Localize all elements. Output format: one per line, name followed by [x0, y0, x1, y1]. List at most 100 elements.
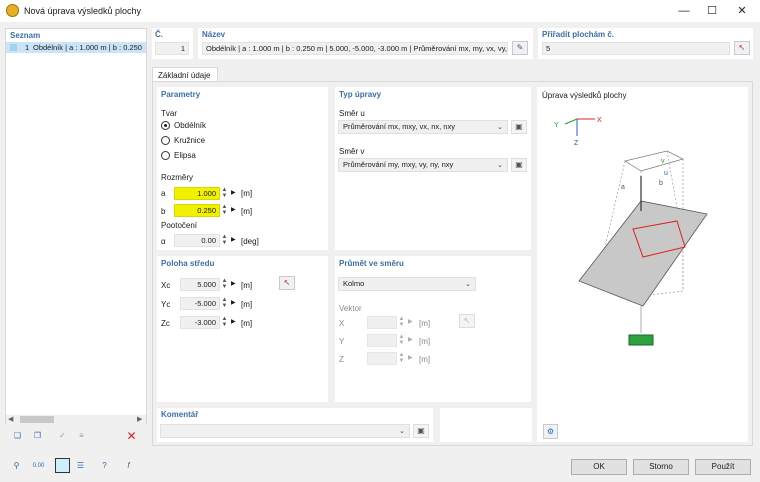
comment-label: Komentář	[161, 410, 199, 419]
minimize-icon[interactable]: —	[669, 0, 699, 22]
a-stepper-icon[interactable]: ▲ ▼	[221, 187, 228, 199]
tab-basic[interactable]: Základní údaje	[152, 67, 218, 82]
number-panel: Č. 1	[152, 28, 193, 59]
alpha-stepper-icon[interactable]: ▲ ▼	[221, 234, 228, 246]
list-header: Seznam	[10, 31, 41, 40]
chevron-down-icon: ⌄	[465, 281, 471, 288]
b-label: b	[161, 207, 166, 216]
center-header: Poloha středu	[161, 259, 215, 268]
vector-z-arrow-icon: ▶	[408, 355, 413, 361]
alpha-label: α	[161, 237, 166, 246]
a-arrow-icon[interactable]: ▶	[231, 189, 236, 196]
direction-v-dropdown[interactable]: Průměrování my, mxy, vy, ny, nxy ⌄	[338, 158, 508, 172]
axis-z-label: Z	[574, 140, 579, 147]
vector-x-input	[367, 316, 397, 329]
preview-panel: Úprava výsledků plochy X Y Z a b u v ⚙	[537, 87, 748, 442]
projection-dropdown[interactable]: Kolmo ⌄	[338, 277, 476, 291]
radio-rectangle[interactable]	[161, 121, 170, 130]
zc-stepper-icon[interactable]: ▲ ▼	[221, 316, 228, 328]
a-unit: [m]	[241, 189, 253, 198]
table-icon[interactable]: ☰	[73, 459, 88, 474]
b-stepper-icon[interactable]: ▲ ▼	[221, 204, 228, 216]
app-icon	[6, 4, 19, 17]
name-label: Název	[202, 30, 226, 39]
view-options-icon[interactable]: ⚙	[543, 424, 558, 439]
direction-u-value: Průměrování mx, mxy, vx, nx, nxy	[343, 122, 455, 131]
maximize-icon[interactable]: ☐	[697, 0, 727, 22]
xc-stepper-icon[interactable]: ▲ ▼	[221, 278, 228, 290]
dim-b-label: b	[659, 180, 663, 187]
vector-x-arrow-icon: ▶	[408, 319, 413, 325]
ok-button[interactable]: OK	[571, 459, 627, 475]
xc-input[interactable]: 5.000	[180, 278, 220, 291]
zc-unit: [m]	[241, 319, 253, 328]
a-input[interactable]: 1.000	[174, 187, 220, 200]
comment-edit-icon[interactable]: ▣	[413, 424, 429, 438]
list-item[interactable]: 1 Obdélník | a : 1.000 m | b : 0.250	[6, 42, 146, 53]
delete-icon[interactable]: ✕	[124, 429, 139, 444]
copy-item-icon[interactable]: ❐	[30, 429, 45, 444]
projection-value: Kolmo	[343, 279, 365, 288]
scroll-right-icon[interactable]: ▶	[137, 415, 142, 423]
color-icon[interactable]	[55, 458, 70, 473]
zc-input[interactable]: -3.000	[180, 316, 220, 329]
uncheck-icon[interactable]: ≡	[74, 429, 89, 444]
vector-x-label: X	[339, 319, 345, 328]
a-label: a	[161, 189, 166, 198]
preview-diagram: X Y Z a b u v	[554, 117, 708, 346]
vector-z-label: Z	[339, 355, 344, 364]
direction-v-label: Směr v	[339, 147, 365, 156]
dim-a-label: a	[621, 184, 625, 191]
radio-circle[interactable]	[161, 136, 170, 145]
pick-vector-icon: ↖	[459, 314, 475, 328]
list-panel: Seznam 1 Obdélník | a : 1.000 m | b : 0.…	[5, 28, 147, 424]
units-icon[interactable]: 0.00	[31, 459, 46, 474]
assign-panel: Přiřadit plochám č. 5 ↖	[538, 28, 753, 59]
zc-arrow-icon[interactable]: ▶	[231, 318, 236, 325]
parameters-panel: Parametry Tvar Obdélník Kružnice Elipsa …	[157, 87, 328, 250]
search-icon[interactable]: ⚲	[9, 459, 24, 474]
direction-v-edit-icon[interactable]: ▣	[511, 158, 527, 172]
yc-label: Yc	[161, 300, 171, 309]
vector-z-unit: [m]	[419, 355, 431, 364]
cancel-button[interactable]: Storno	[633, 459, 689, 475]
vector-z-stepper-icon: ▲ ▼	[398, 352, 405, 364]
pick-surface-icon[interactable]: ↖	[734, 41, 750, 55]
apply-button[interactable]: Použít	[695, 459, 751, 475]
close-icon[interactable]: ✕	[727, 0, 757, 22]
yc-input[interactable]: -5.000	[180, 297, 220, 310]
check-icon[interactable]: ✓	[55, 429, 70, 444]
pick-center-icon[interactable]: ↖	[279, 276, 295, 290]
direction-u-dropdown[interactable]: Průměrování mx, mxy, vx, nx, nxy ⌄	[338, 120, 508, 134]
list-scrollbar[interactable]: ◀ ▶	[6, 415, 146, 424]
support-icon	[628, 334, 654, 346]
axis-y-label: Y	[554, 122, 559, 129]
comment-input[interactable]: ⌄	[160, 424, 410, 438]
direction-u-edit-icon[interactable]: ▣	[511, 120, 527, 134]
assign-field[interactable]: 5	[542, 42, 730, 55]
xc-arrow-icon[interactable]: ▶	[231, 280, 236, 287]
radio-ellipse[interactable]	[161, 151, 170, 160]
alpha-input[interactable]: 0.00	[174, 234, 220, 247]
type-panel: Typ úpravy Směr u Průměrování mx, mxy, v…	[335, 87, 531, 250]
name-field[interactable]: Obdélník | a : 1.000 m | b : 0.250 m | 5…	[202, 42, 508, 55]
radio-ellipse-label: Elipsa	[174, 151, 196, 160]
yc-arrow-icon[interactable]: ▶	[231, 299, 236, 306]
radio-rectangle-label: Obdélník	[174, 121, 207, 130]
scroll-thumb[interactable]	[20, 416, 54, 423]
number-field[interactable]: 1	[155, 42, 189, 55]
new-item-icon[interactable]: ❏	[10, 429, 25, 444]
help-icon[interactable]: ?	[97, 459, 112, 474]
function-icon[interactable]: f	[121, 459, 136, 474]
b-input[interactable]: 0.250	[174, 204, 220, 217]
yc-stepper-icon[interactable]: ▲ ▼	[221, 297, 228, 309]
edit-name-icon[interactable]: ✎	[512, 41, 528, 55]
scroll-left-icon[interactable]: ◀	[8, 415, 13, 423]
list-item-color	[10, 44, 17, 51]
blank-panel	[440, 408, 532, 442]
chevron-down-icon: ⌄	[497, 124, 503, 131]
number-label: Č.	[155, 30, 163, 39]
b-arrow-icon[interactable]: ▶	[231, 206, 236, 213]
v-label: v	[661, 158, 665, 165]
alpha-arrow-icon[interactable]: ▶	[231, 236, 236, 243]
